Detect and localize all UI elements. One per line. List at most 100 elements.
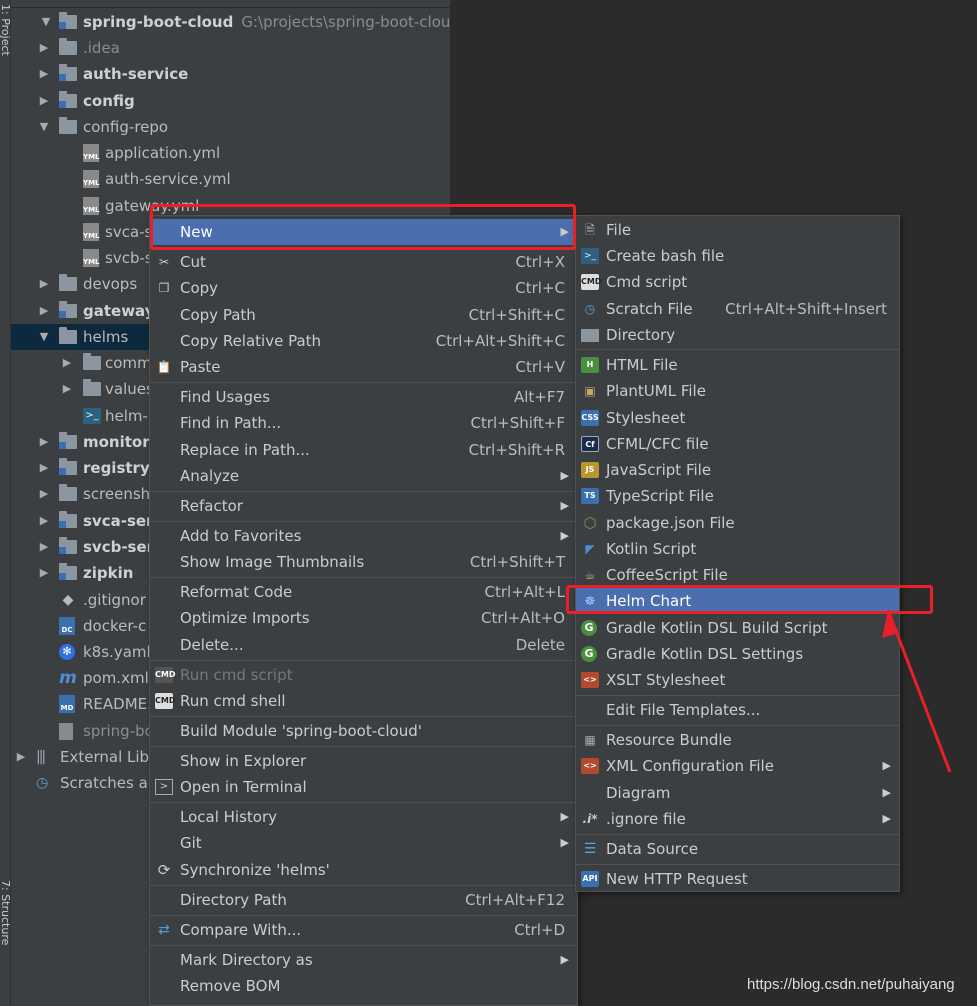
expand-arrow-icon[interactable]: ▶ (38, 455, 50, 481)
menu-item-git[interactable]: Git ▶ (150, 830, 577, 856)
menu-separator (576, 864, 899, 865)
submenu-item-xml-configuration-file[interactable]: <> XML Configuration File ▶ (576, 753, 899, 779)
menu-item-reformat-code[interactable]: Reformat Code Ctrl+Alt+L (150, 579, 577, 605)
expand-arrow-icon[interactable]: ▼ (38, 114, 50, 140)
tree-node-config-repo[interactable]: ▼ config-repo (11, 114, 450, 140)
menu-item-compare-with[interactable]: ⇄ Compare With... Ctrl+D (150, 917, 577, 943)
submenu-item-create-bash-file[interactable]: >_ Create bash file (576, 243, 899, 269)
menu-item-run-cmd-shell[interactable]: CMD Run cmd shell (150, 688, 577, 714)
menu-item-refactor[interactable]: Refactor ▶ (150, 493, 577, 519)
expand-arrow-icon[interactable]: ▶ (38, 35, 50, 61)
tree-node-auth-service[interactable]: ▶ auth-service (11, 61, 450, 87)
expand-arrow-icon[interactable]: ▶ (38, 298, 50, 324)
tree-node-path: G:\projects\spring-boot-cloud (241, 13, 450, 31)
submenu-item-plantuml-file[interactable]: ▣ PlantUML File (576, 378, 899, 404)
docker-compose-file-icon: DC (59, 617, 75, 635)
expand-arrow-icon[interactable]: ▶ (38, 88, 50, 114)
submenu-item-gradle-kotlin-build[interactable]: G Gradle Kotlin DSL Build Script (576, 615, 899, 641)
menu-item-copy-path[interactable]: Copy Path Ctrl+Shift+C (150, 302, 577, 328)
gradle-kotlin-icon: G (581, 646, 597, 662)
tree-node-label: External Libr (60, 748, 156, 766)
yml-file-icon: YML (83, 197, 100, 215)
submenu-item-scratch-file[interactable]: ◷ Scratch File Ctrl+Alt+Shift+Insert (576, 296, 899, 322)
menu-item-local-history[interactable]: Local History ▶ (150, 804, 577, 830)
menu-item-find-usages[interactable]: Find Usages Alt+F7 (150, 384, 577, 410)
expand-arrow-icon[interactable]: ▶ (61, 350, 73, 376)
menu-item-copy-relative-path[interactable]: Copy Relative Path Ctrl+Alt+Shift+C (150, 328, 577, 354)
menu-item-paste[interactable]: 📋 Paste Ctrl+V (150, 354, 577, 380)
submenu-item-resource-bundle[interactable]: ▦ Resource Bundle (576, 727, 899, 753)
tree-node-idea[interactable]: ▶ .idea (11, 35, 450, 61)
menu-item-directory-path[interactable]: Directory Path Ctrl+Alt+F12 (150, 887, 577, 913)
menu-item-label: Mark Directory as (180, 951, 313, 969)
submenu-item-diagram[interactable]: Diagram ▶ (576, 780, 899, 806)
submenu-item-ignore-file[interactable]: .i* .ignore file ▶ (576, 806, 899, 832)
menu-item-label: Diagram (606, 784, 671, 802)
expand-arrow-icon[interactable]: ▶ (38, 429, 50, 455)
tree-node-application-yml[interactable]: YML application.yml (11, 140, 450, 166)
menu-item-find-in-path[interactable]: Find in Path... Ctrl+Shift+F (150, 410, 577, 436)
expand-arrow-icon[interactable]: ▶ (38, 508, 50, 534)
cmd-icon: CMD (581, 274, 601, 290)
expand-arrow-icon[interactable]: ▶ (38, 534, 50, 560)
menu-item-label: Run cmd shell (180, 692, 286, 710)
compare-icon: ⇄ (158, 922, 170, 938)
menu-separator (150, 746, 577, 747)
menu-item-mark-directory-as[interactable]: Mark Directory as ▶ (150, 947, 577, 973)
tree-node-root[interactable]: ▼ spring-boot-cloud G:\projects\spring-bo… (11, 9, 450, 35)
submenu-item-directory[interactable]: Directory (576, 322, 899, 348)
menu-item-add-to-favorites[interactable]: Add to Favorites ▶ (150, 523, 577, 549)
submenu-item-edit-file-templates[interactable]: Edit File Templates... (576, 697, 899, 723)
menu-item-show-in-explorer[interactable]: Show in Explorer (150, 748, 577, 774)
menu-item-shortcut: Ctrl+Shift+C (468, 306, 565, 324)
submenu-item-package-json-file[interactable]: ⬡ package.json File (576, 510, 899, 536)
cmd-icon: CMD (155, 693, 175, 709)
submenu-arrow-icon: ▶ (882, 786, 891, 799)
menu-separator (150, 716, 577, 717)
expand-arrow-icon[interactable]: ▶ (38, 271, 50, 297)
submenu-item-data-source[interactable]: ☰ Data Source (576, 836, 899, 862)
submenu-item-kotlin-script[interactable]: ◤ Kotlin Script (576, 536, 899, 562)
submenu-item-xslt-stylesheet[interactable]: <> XSLT Stylesheet (576, 667, 899, 693)
menu-item-label: Find Usages (180, 388, 271, 406)
menu-item-replace-in-path[interactable]: Replace in Path... Ctrl+Shift+R (150, 437, 577, 463)
menu-item-cut[interactable]: ✂ Cut Ctrl+X (150, 249, 577, 275)
menu-item-build-module[interactable]: Build Module 'spring-boot-cloud' (150, 718, 577, 744)
submenu-item-gradle-kotlin-settings[interactable]: G Gradle Kotlin DSL Settings (576, 641, 899, 667)
menu-item-optimize-imports[interactable]: Optimize Imports Ctrl+Alt+O (150, 605, 577, 631)
submenu-item-cmd-script[interactable]: CMD Cmd script (576, 269, 899, 295)
menu-item-open-in-terminal[interactable]: > Open in Terminal (150, 774, 577, 800)
expand-arrow-icon[interactable]: ▶ (38, 61, 50, 87)
yml-file-icon: YML (83, 170, 100, 188)
menu-item-label: Cut (180, 253, 206, 271)
submenu-item-typescript-file[interactable]: TS TypeScript File (576, 483, 899, 509)
module-folder-icon (59, 458, 77, 475)
expand-arrow-icon[interactable]: ▶ (38, 560, 50, 586)
kubernetes-icon: ✻ (59, 644, 75, 660)
menu-item-copy[interactable]: ❐ Copy Ctrl+C (150, 275, 577, 301)
expand-arrow-icon[interactable]: ▼ (38, 324, 50, 350)
submenu-item-cfml-file[interactable]: Cf CFML/CFC file (576, 431, 899, 457)
menu-item-show-image-thumbnails[interactable]: Show Image Thumbnails Ctrl+Shift+T (150, 549, 577, 575)
menu-item-analyze[interactable]: Analyze ▶ (150, 463, 577, 489)
context-menu: New ▶ ✂ Cut Ctrl+X ❐ Copy Ctrl+C Copy Path Ctr… (149, 215, 578, 1006)
expand-arrow-icon[interactable]: ▶ (38, 481, 50, 507)
expand-arrow-icon[interactable]: ▼ (40, 9, 52, 35)
expand-arrow-icon[interactable]: ▶ (61, 376, 73, 402)
menu-item-delete[interactable]: Delete... Delete (150, 632, 577, 658)
menu-item-synchronize[interactable]: ⟳ Synchronize 'helms' (150, 857, 577, 883)
left-tool-strip: 1: Project 7: Structure (0, 0, 12, 1006)
tree-node-label: k8s.yaml (83, 643, 151, 661)
api-icon: API (581, 871, 599, 887)
menu-item-remove-bom[interactable]: Remove BOM (150, 973, 577, 999)
expand-arrow-icon[interactable]: ▶ (15, 744, 27, 770)
css-file-icon: CSS (581, 410, 599, 426)
yml-file-icon: YML (83, 223, 100, 241)
submenu-item-file[interactable]: 🗎 File (576, 217, 899, 243)
tree-node-auth-service-yml[interactable]: YML auth-service.yml (11, 166, 450, 192)
submenu-item-html-file[interactable]: H HTML File (576, 352, 899, 378)
submenu-item-new-http-request[interactable]: API New HTTP Request (576, 866, 899, 892)
submenu-item-stylesheet[interactable]: CSS Stylesheet (576, 405, 899, 431)
tree-node-config[interactable]: ▶ config (11, 88, 450, 114)
submenu-item-javascript-file[interactable]: JS JavaScript File (576, 457, 899, 483)
